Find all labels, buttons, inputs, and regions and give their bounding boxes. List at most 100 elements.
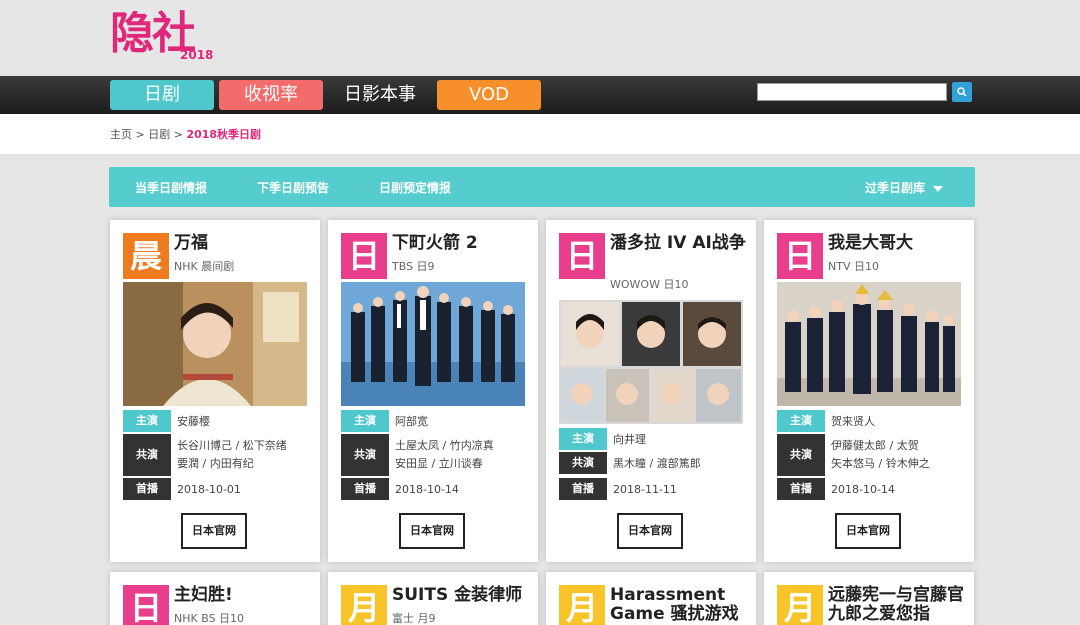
costar-value-1: 伊藤健太郎 / 太贺 [831, 439, 919, 452]
premiere-date: 2018-10-14 [831, 483, 895, 496]
slot-badge: 月 [341, 585, 387, 625]
sub-nav: 当季日剧情报 下季日剧预告 日剧预定情报 过季日剧库 [109, 167, 975, 207]
drama-title[interactable]: 万福 [174, 234, 314, 253]
drama-title[interactable]: 主妇胜! [174, 586, 314, 605]
lead-label: 主演 [123, 410, 171, 432]
nav-movies[interactable]: 日影本事 [328, 80, 432, 110]
costar-row: 共演 长谷川博己 / 松下奈绪 要潤 / 内田有纪 [123, 434, 307, 476]
drama-poster[interactable] [123, 282, 307, 406]
official-site-button[interactable]: 日本官网 [181, 513, 247, 549]
drama-poster[interactable] [777, 282, 961, 406]
drama-title[interactable]: 远藤宪一与宫藤官九郎之爱您指 [828, 586, 968, 624]
drama-network: 富士 月9 [392, 612, 436, 625]
lead-value: 安藤樱 [177, 415, 210, 428]
nav-ratings[interactable]: 收视率 [219, 80, 323, 110]
slot-badge: 日 [559, 233, 605, 279]
logo-year: 2018 [180, 48, 214, 62]
lead-row: 主演 贺来贤人 [777, 410, 961, 432]
costar-value-1: 长谷川博己 / 松下奈绪 [177, 439, 287, 452]
lead-value: 向井理 [613, 433, 646, 446]
drama-network: NTV 日10 [828, 260, 879, 273]
drama-card: 月 SUITS 金装律师 富士 月9 [328, 572, 538, 625]
drama-card: 日 我是大哥大 NTV 日10 主演 贺来贤人 共演 伊藤健太郎 / 太贺 矢本… [764, 220, 974, 562]
lead-label: 主演 [559, 428, 607, 450]
costar-value-1: 土屋太凤 / 竹内凉真 [395, 439, 494, 452]
drama-network: NHK 晨间剧 [174, 260, 235, 273]
costar-label: 共演 [777, 434, 825, 476]
chevron-down-icon [933, 185, 944, 192]
nav-dramas[interactable]: 日剧 [110, 80, 214, 110]
costar-value-2: 要潤 / 内田有纪 [177, 457, 254, 470]
costar-row: 共演 土屋太凤 / 竹内凉真 安田显 / 立川谈春 [341, 434, 525, 476]
nav-vod[interactable]: VOD [437, 80, 541, 110]
premiere-row: 首播 2018-10-14 [341, 478, 525, 500]
premiere-label: 首播 [341, 478, 389, 500]
drama-card: 日 主妇胜! NHK BS 日10 [110, 572, 320, 625]
drama-card: 晨 万福 NHK 晨间剧 主演 安藤樱 共演 长谷川博己 / 松下奈绪 要潤 /… [110, 220, 320, 562]
drama-card: 日 潘多拉 IV AI战争 WOWOW 日10 主演 向井理 共演 黑木瞳 / … [546, 220, 756, 562]
costar-label: 共演 [559, 452, 607, 474]
lead-row: 主演 阿部宽 [341, 410, 525, 432]
drama-poster[interactable] [341, 282, 525, 406]
subnav-archive-label: 过季日剧库 [865, 181, 926, 195]
search-input[interactable] [757, 83, 947, 101]
official-site-button[interactable]: 日本官网 [617, 513, 683, 549]
slot-badge: 日 [123, 585, 169, 625]
costar-label: 共演 [341, 434, 389, 476]
drama-poster[interactable] [559, 300, 743, 424]
drama-title[interactable]: 下町火箭 2 [392, 234, 532, 253]
drama-title[interactable]: 我是大哥大 [828, 234, 968, 253]
drama-title[interactable]: Harassment Game 骚扰游戏 [610, 586, 750, 624]
lead-row: 主演 安藤樱 [123, 410, 307, 432]
official-site-button[interactable]: 日本官网 [835, 513, 901, 549]
premiere-date: 2018-11-11 [613, 483, 677, 496]
search-button[interactable] [952, 82, 972, 102]
breadcrumb-home[interactable]: 主页 [110, 128, 132, 141]
slot-badge: 晨 [123, 233, 169, 279]
subnav-planned[interactable]: 日剧预定情报 [379, 179, 451, 196]
drama-network: TBS 日9 [392, 260, 435, 273]
slot-badge: 月 [559, 585, 605, 625]
drama-title[interactable]: SUITS 金装律师 [392, 586, 532, 605]
breadcrumb: 主页 > 日剧 > 2018秋季日剧 [110, 126, 261, 142]
breadcrumb-sep: > [173, 128, 183, 141]
lead-label: 主演 [341, 410, 389, 432]
costar-row: 共演 伊藤健太郎 / 太贺 矢本悠马 / 铃木伸之 [777, 434, 961, 476]
premiere-label: 首播 [123, 478, 171, 500]
premiere-row: 首播 2018-11-11 [559, 478, 743, 500]
lead-label: 主演 [777, 410, 825, 432]
drama-card: 月 远藤宪一与宫藤官九郎之爱您指 [764, 572, 974, 625]
official-site-button[interactable]: 日本官网 [399, 513, 465, 549]
slot-badge: 日 [777, 233, 823, 279]
search-icon [957, 87, 967, 97]
drama-title[interactable]: 潘多拉 IV AI战争 [610, 234, 750, 253]
slot-badge: 月 [777, 585, 823, 625]
breadcrumb-dramas[interactable]: 日剧 [148, 128, 170, 141]
drama-network: WOWOW 日10 [610, 278, 689, 291]
lead-row: 主演 向井理 [559, 428, 743, 450]
subnav-next-season[interactable]: 下季日剧预告 [257, 179, 329, 196]
premiere-row: 首播 2018-10-01 [123, 478, 307, 500]
site-logo[interactable]: 隐社 2018 [110, 6, 220, 68]
costar-value-2: 安田显 / 立川谈春 [395, 457, 483, 470]
subnav-archive[interactable]: 过季日剧库 [865, 179, 944, 196]
premiere-date: 2018-10-14 [395, 483, 459, 496]
drama-network: NHK BS 日10 [174, 612, 245, 625]
costar-label: 共演 [123, 434, 171, 476]
breadcrumb-current: 2018秋季日剧 [186, 128, 262, 141]
lead-value: 贺来贤人 [831, 415, 875, 428]
main-nav: 日剧 收视率 日影本事 VOD [0, 76, 1080, 114]
premiere-label: 首播 [559, 478, 607, 500]
slot-badge: 日 [341, 233, 387, 279]
costar-value-1: 黑木瞳 / 渡部篤郎 [613, 457, 701, 470]
subnav-current-season[interactable]: 当季日剧情报 [135, 179, 207, 196]
breadcrumb-sep: > [135, 128, 145, 141]
breadcrumb-bar: 主页 > 日剧 > 2018秋季日剧 [0, 114, 1080, 154]
drama-card: 月 Harassment Game 骚扰游戏 [546, 572, 756, 625]
drama-card: 日 下町火箭 2 TBS 日9 主演 阿部宽 共演 土屋太凤 / 竹内凉真 安田… [328, 220, 538, 562]
premiere-label: 首播 [777, 478, 825, 500]
costar-row: 共演 黑木瞳 / 渡部篤郎 [559, 452, 743, 474]
costar-value-2: 矢本悠马 / 铃木伸之 [831, 457, 930, 470]
lead-value: 阿部宽 [395, 415, 428, 428]
premiere-date: 2018-10-01 [177, 483, 241, 496]
